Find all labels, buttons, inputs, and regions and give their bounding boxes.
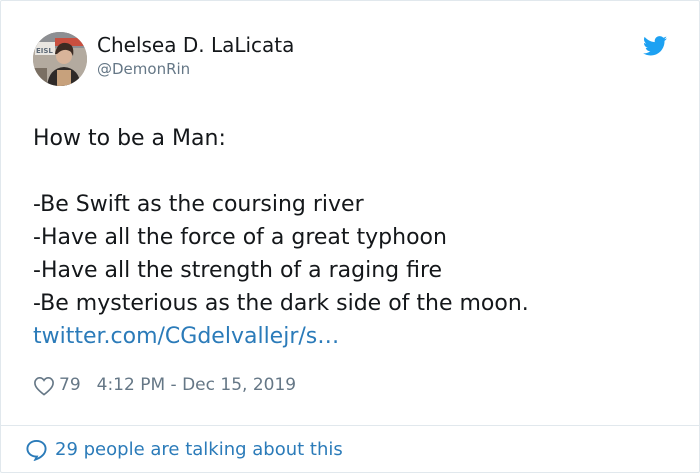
speech-bubble-icon [26, 439, 47, 461]
tweet-line: -Have all the force of a great typhoon [33, 225, 447, 250]
talking-about-text[interactable]: 29 people are talking about this [55, 439, 343, 460]
tweet-line: -Be Swift as the coursing river [33, 192, 364, 217]
tweet-line: -Be mysterious as the dark side of the m… [33, 291, 529, 316]
tweet-timestamp[interactable]: 4:12 PM - Dec 15, 2019 [97, 375, 296, 395]
tweet-line: How to be a Man: [33, 126, 226, 151]
tweet-meta: 79 4:12 PM - Dec 15, 2019 [33, 373, 296, 397]
tweet-body: How to be a Man: -Be Swift as the coursi… [33, 122, 673, 353]
talking-about-link[interactable]: 29 people are talking about this [25, 436, 343, 462]
like-count[interactable]: 79 [59, 375, 81, 395]
divider [1, 425, 699, 426]
tweet-link[interactable]: twitter.com/CGdelvallejr/s… [33, 320, 673, 353]
avatar[interactable]: EISL [33, 32, 87, 86]
tweet-card: EISL Chelsea D. LaLicata @DemonRin How t… [0, 0, 700, 473]
twitter-bird-icon[interactable] [643, 36, 667, 56]
heart-icon[interactable] [33, 376, 55, 396]
svg-text:EISL: EISL [36, 47, 53, 55]
author-name[interactable]: Chelsea D. LaLicata [97, 33, 294, 57]
avatar-photo: EISL [33, 32, 87, 86]
tweet-line: -Have all the strength of a raging fire [33, 258, 443, 283]
author-handle[interactable]: @DemonRin [97, 60, 190, 78]
tweet-header: EISL Chelsea D. LaLicata @DemonRin [33, 31, 669, 89]
